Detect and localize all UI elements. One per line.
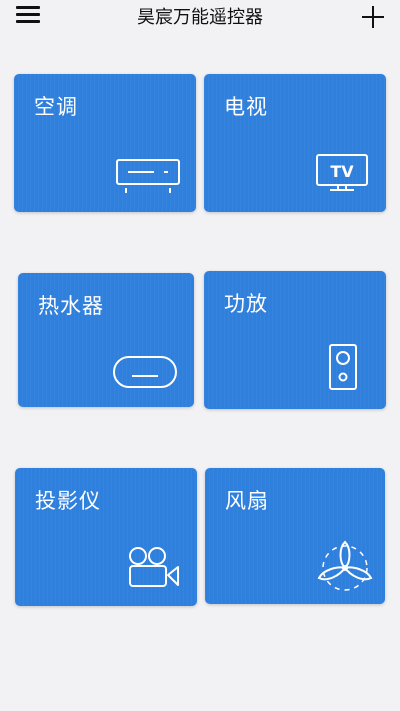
device-label: 风扇: [225, 489, 269, 513]
tv-icon-text: TV: [330, 162, 354, 181]
device-label: 功放: [224, 292, 268, 316]
device-tile-amplifier[interactable]: 功放: [204, 271, 386, 409]
device-tile-water-heater[interactable]: 热水器: [18, 273, 194, 407]
app-header: 昊宸万能遥控器: [0, 0, 400, 32]
tv-icon: TV: [316, 154, 368, 191]
device-label: 热水器: [38, 294, 104, 318]
device-tile-projector[interactable]: 投影仪: [15, 468, 197, 606]
water-heater-icon: [113, 356, 177, 388]
page-title: 昊宸万能遥控器: [137, 7, 263, 28]
device-label: 投影仪: [35, 489, 101, 513]
projector-icon: [129, 547, 179, 587]
air-conditioner-icon: [116, 159, 180, 193]
device-tile-air-conditioner[interactable]: 空调: [14, 74, 196, 212]
speaker-icon: [329, 344, 357, 390]
device-tile-fan[interactable]: 风扇: [205, 468, 385, 604]
fan-icon: [317, 540, 373, 591]
add-icon[interactable]: [362, 6, 384, 28]
device-label: 电视: [224, 95, 268, 119]
device-tile-tv[interactable]: 电视 TV: [204, 74, 386, 212]
device-label: 空调: [34, 95, 78, 119]
